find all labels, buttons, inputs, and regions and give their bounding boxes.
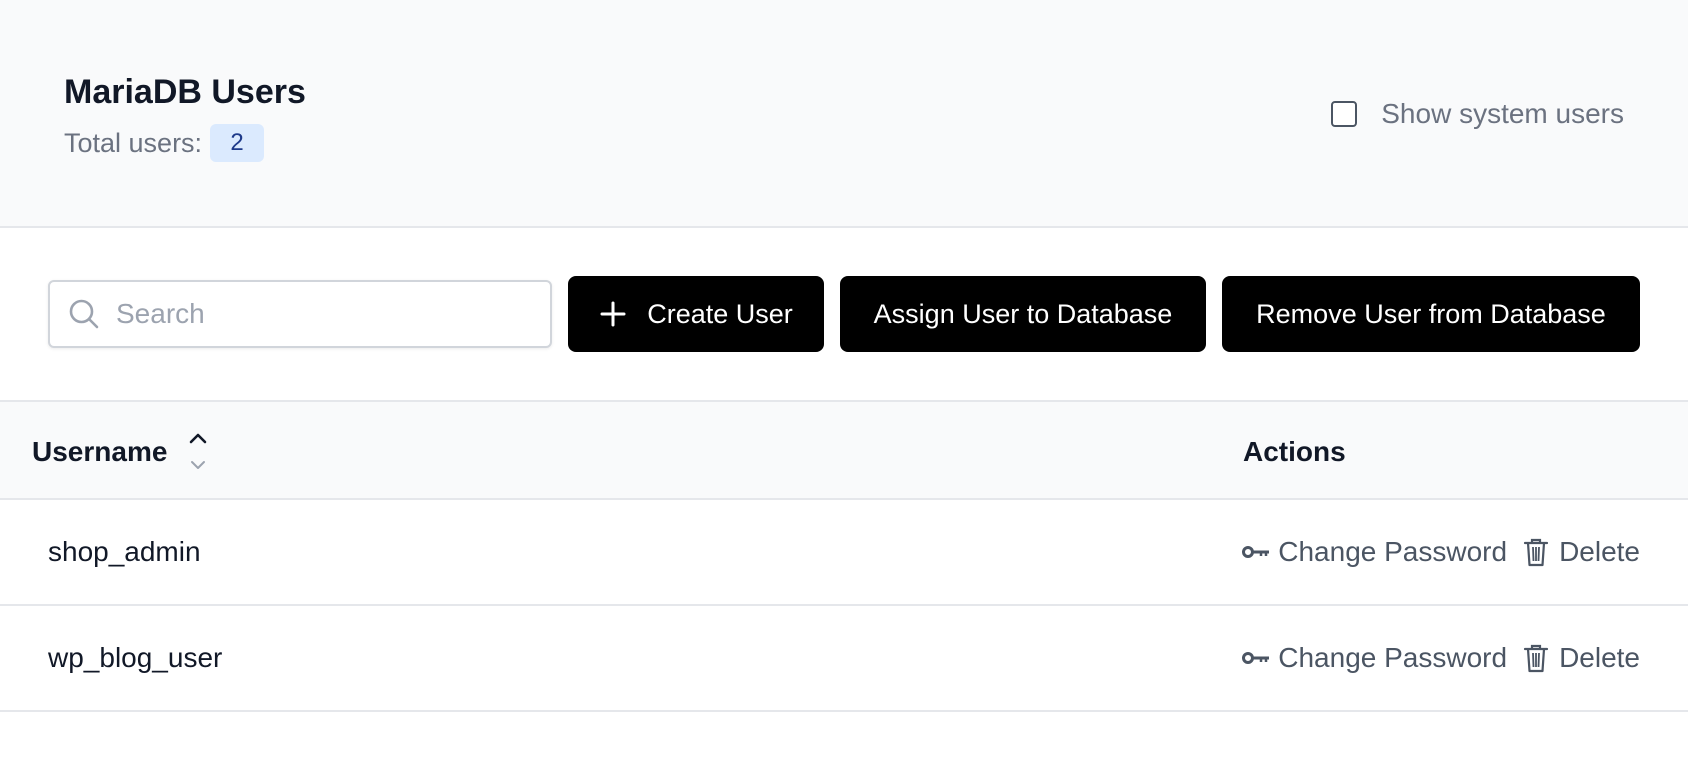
trash-icon [1523,538,1549,567]
toolbar: Create User Assign User to Database Remo… [0,230,1688,400]
column-header-username[interactable]: Username [32,402,167,502]
delete-button[interactable]: Delete [1523,536,1640,568]
row-actions: Change Password Delete [1242,606,1640,710]
page-title: MariaDB Users [64,73,306,111]
search-box[interactable] [48,280,552,348]
delete-label: Delete [1559,536,1640,567]
sort-icon[interactable] [186,430,210,474]
change-password-label: Change Password [1278,642,1508,673]
show-system-users-toggle[interactable]: Show system users [1331,96,1624,132]
table-row: wp_blog_user Change Password Delete [0,606,1688,712]
username-cell: shop_admin [48,536,201,567]
page-header: MariaDB Users Total users: 2 Show system… [0,0,1688,228]
trash-icon [1523,644,1549,673]
search-icon [66,296,102,332]
show-system-users-checkbox[interactable] [1331,101,1358,127]
table-header: Username Actions [0,400,1688,500]
search-input[interactable] [116,284,536,344]
row-actions: Change Password Delete [1242,500,1640,604]
assign-user-label: Assign User to Database [873,298,1173,329]
column-header-actions: Actions [1243,436,1346,467]
change-password-button[interactable]: Change Password [1242,536,1507,568]
create-user-label: Create User [647,298,793,329]
delete-label: Delete [1559,642,1640,673]
table-row: shop_admin Change Password Delete [0,500,1688,606]
remove-user-button[interactable]: Remove User from Database [1222,276,1640,352]
users-table: Username Actions shop_admin Change Passw… [0,400,1688,712]
create-user-button[interactable]: Create User [568,276,824,352]
show-system-users-label: Show system users [1381,98,1624,129]
total-users-label: Total users: [64,127,203,158]
total-users-badge: 2 [210,124,265,162]
plus-icon [600,301,626,327]
username-cell: wp_blog_user [48,642,223,673]
change-password-label: Change Password [1278,536,1508,567]
key-icon [1242,546,1270,558]
assign-user-button[interactable]: Assign User to Database [840,276,1206,352]
change-password-button[interactable]: Change Password [1242,642,1507,674]
delete-button[interactable]: Delete [1523,642,1640,674]
key-icon [1242,652,1270,664]
total-users: Total users: 2 [64,124,265,162]
remove-user-label: Remove User from Database [1256,298,1606,329]
